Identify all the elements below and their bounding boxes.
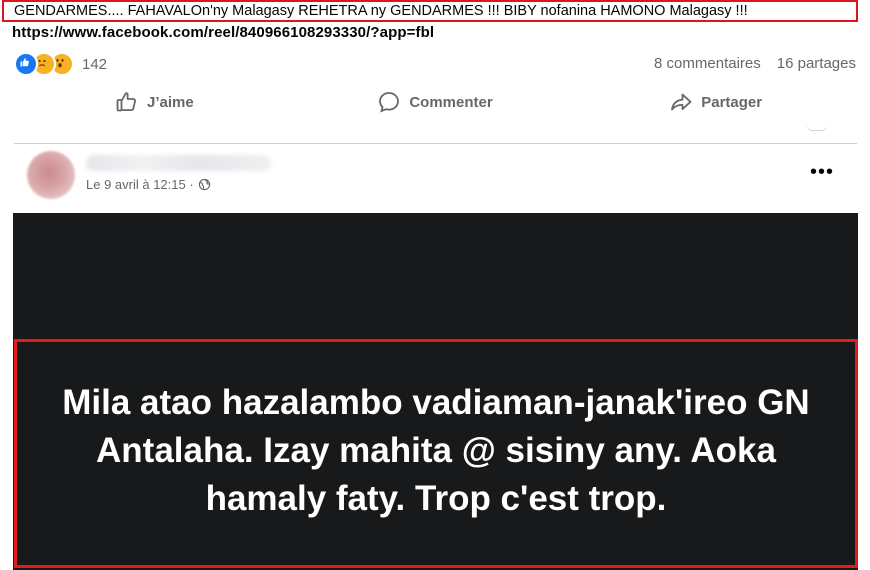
comments-count[interactable]: 8 commentaires (654, 55, 761, 72)
more-options-button[interactable]: ••• (810, 162, 834, 182)
like-icon (14, 52, 38, 76)
avatar[interactable] (27, 151, 75, 199)
reaction-count[interactable]: 142 (82, 56, 107, 73)
headline-highlight: GENDARMES.... FAHAVALOn'ny Malagasy REHE… (2, 0, 858, 22)
like-button[interactable]: J’aime (14, 84, 295, 120)
share-label: Partager (701, 93, 763, 111)
author-name-blurred[interactable] (86, 155, 271, 171)
action-bar: J’aime Commenter Partager (14, 84, 856, 120)
comment-button[interactable]: Commenter (295, 84, 576, 120)
share-button[interactable]: Partager (575, 84, 856, 120)
video-caption: Mila atao hazalambo vadiaman-janak'ireo … (62, 382, 810, 518)
divider (14, 143, 857, 144)
reactions-summary[interactable]: 142 (14, 52, 107, 76)
post-meta: Le 9 avril à 12:15 · (86, 177, 211, 192)
globe-icon (198, 178, 210, 191)
scroll-indicator (806, 124, 828, 131)
shares-count[interactable]: 16 partages (777, 55, 856, 72)
engagement-stats: 8 commentaires 16 partages (654, 55, 856, 72)
like-label: J’aime (146, 93, 194, 111)
headline-text: GENDARMES.... FAHAVALOn'ny Malagasy REHE… (14, 3, 748, 19)
thumbs-up-icon (116, 92, 136, 112)
share-arrow-icon (671, 93, 692, 111)
reel-link[interactable]: https://www.facebook.com/reel/8409661082… (12, 23, 434, 43)
caption-highlight: Mila atao hazalambo vadiaman-janak'ireo … (14, 339, 858, 568)
comment-bubble-icon (379, 92, 400, 113)
post-timestamp[interactable]: Le 9 avril à 12:15 · (86, 177, 194, 192)
comment-label: Commenter (409, 93, 493, 111)
